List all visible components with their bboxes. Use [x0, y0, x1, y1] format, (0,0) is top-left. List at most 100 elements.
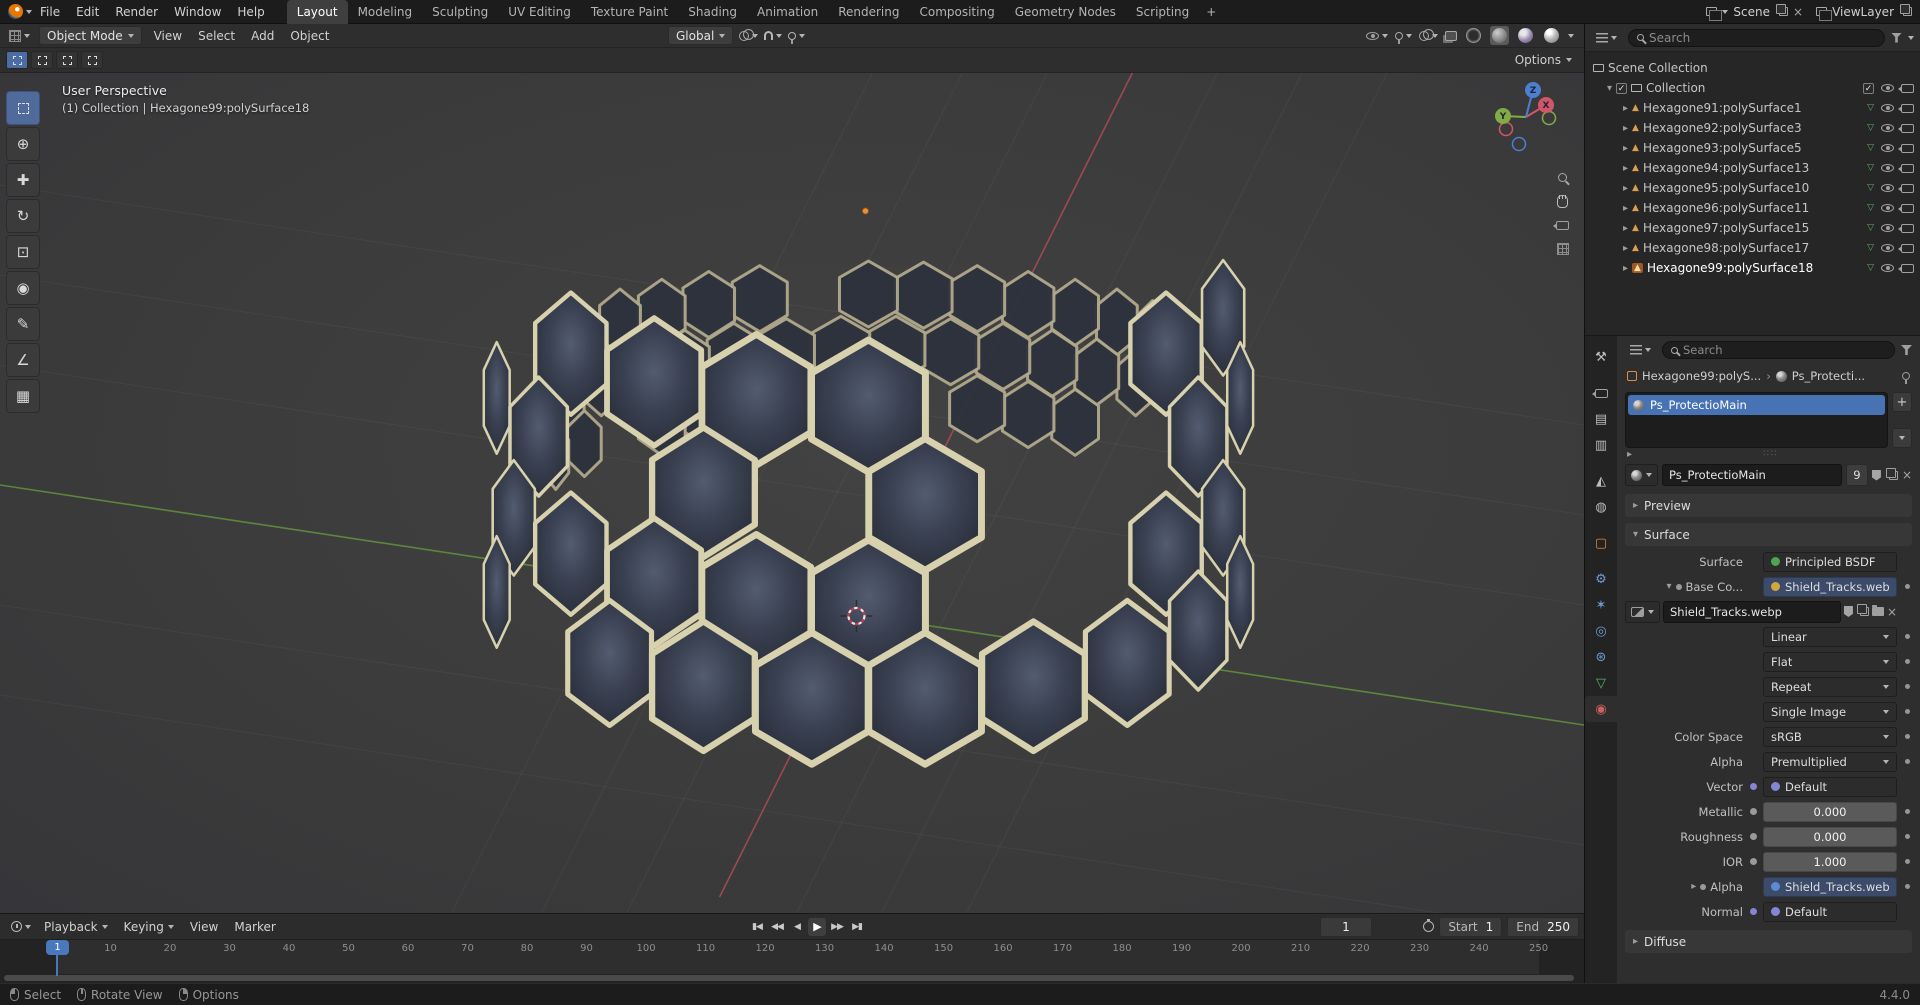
outliner-row-hexagone99[interactable]: ▸▲Hexagone99:polySurface18▽ [1585, 258, 1920, 278]
disable-render-camera-icon[interactable] [1901, 104, 1914, 113]
menu-edit[interactable]: Edit [68, 0, 107, 24]
field-value-button[interactable]: Default [1763, 777, 1897, 797]
scrollbar-thumb[interactable] [4, 975, 1574, 981]
tool-rotate[interactable]: ↻ [6, 199, 40, 233]
workspace-tab-scripting[interactable]: Scripting [1126, 0, 1199, 24]
snap-toggle[interactable] [764, 31, 782, 40]
tool-move[interactable]: ✚ [6, 163, 40, 197]
timeline-menu-marker[interactable]: Marker [226, 915, 283, 939]
timeline-menu-view[interactable]: View [182, 915, 226, 939]
expanded-caret-icon[interactable]: ▾ [1666, 581, 1671, 592]
timeline-track[interactable]: 1020304050607080901001101201301401501601… [0, 940, 1584, 983]
workspace-tab-rendering[interactable]: Rendering [828, 0, 909, 24]
outliner-search-input[interactable]: Search [1628, 29, 1885, 47]
select-mode-subtract-button[interactable] [56, 51, 78, 69]
material-users-button[interactable]: 9 [1846, 464, 1868, 486]
editor-type-button[interactable] [6, 921, 36, 932]
frame-start-field[interactable]: Start 1 [1439, 917, 1502, 937]
current-frame-field[interactable]: 1 [1320, 917, 1372, 937]
viewport-menu-select[interactable]: Select [190, 24, 243, 48]
hide-eye-icon[interactable] [1881, 264, 1894, 272]
field-slider-roughness[interactable]: 0.000 [1763, 827, 1897, 847]
toggle-ortho-icon[interactable] [1557, 243, 1569, 255]
disable-render-camera-icon[interactable] [1901, 124, 1914, 133]
xray-toggle[interactable] [1445, 31, 1457, 41]
properties-tab-material[interactable]: ◉ [1585, 696, 1617, 722]
collapsed-caret-icon[interactable]: ▸ [1623, 143, 1628, 154]
field-slider-ior[interactable]: 1.000 [1763, 852, 1897, 872]
workspace-tab-layout[interactable]: Layout [287, 0, 348, 24]
select-mode-new-button[interactable] [6, 51, 28, 69]
play-button[interactable]: ▶ [808, 918, 826, 936]
show-overlays-dropdown[interactable] [1419, 31, 1438, 41]
hide-eye-icon[interactable] [1881, 164, 1894, 172]
outliner-row-hexagone92[interactable]: ▸▲Hexagone92:polySurface3▽ [1585, 118, 1920, 138]
gizmo-neg-x-axis[interactable] [1500, 123, 1513, 136]
keyframe-dot[interactable] [1905, 734, 1910, 739]
keyframe-dot[interactable] [1905, 709, 1910, 714]
add-workspace-button[interactable]: + [1199, 0, 1223, 24]
tool-add-cube[interactable]: ▦ [6, 379, 40, 413]
timeline-scrollbar[interactable] [4, 975, 1580, 981]
properties-tab-render[interactable] [1585, 380, 1617, 406]
keyframe-dot[interactable] [1905, 859, 1910, 864]
menu-help[interactable]: Help [229, 0, 272, 24]
breadcrumb-object[interactable]: Hexagone99:polyS... [1642, 369, 1761, 383]
hide-eye-icon[interactable] [1881, 84, 1894, 92]
collapsed-caret-icon[interactable]: ▸ [1623, 183, 1628, 194]
gizmo-neg-z-axis[interactable] [1513, 138, 1526, 151]
shading-dropdown-chevron-icon[interactable] [1568, 34, 1574, 38]
properties-tab-constraints[interactable]: ⊛ [1585, 644, 1617, 670]
collection-select-checkbox[interactable]: ✓ [1863, 83, 1874, 94]
select-mode-intersect-button[interactable] [81, 51, 103, 69]
tool-select-box[interactable] [6, 91, 40, 125]
viewport-menu-object[interactable]: Object [282, 24, 337, 48]
workspace-tab-sculpting[interactable]: Sculpting [422, 0, 498, 24]
new-viewlayer-icon[interactable] [1903, 7, 1912, 16]
open-image-icon[interactable] [1872, 607, 1884, 616]
keyframe-dot[interactable] [1905, 584, 1910, 589]
viewlayer-name[interactable]: ViewLayer [1832, 5, 1894, 19]
field-select-linear[interactable]: Linear [1763, 627, 1897, 647]
properties-tab-object[interactable]: ▢ [1585, 530, 1617, 556]
workspace-tab-uv-editing[interactable]: UV Editing [498, 0, 581, 24]
slot-specials-button[interactable] [1892, 428, 1912, 448]
timeline-menu-keying[interactable]: Keying [116, 915, 182, 939]
timeline-menu-playback[interactable]: Playback [36, 915, 116, 939]
pivot-point-dropdown[interactable] [739, 31, 758, 41]
field-value-button[interactable]: Principled BSDF [1763, 552, 1897, 572]
filter-icon[interactable] [1891, 33, 1902, 43]
unlink-material-icon[interactable]: × [1902, 469, 1912, 481]
keyframe-dot[interactable] [1905, 809, 1910, 814]
pan-hand-icon[interactable] [1557, 195, 1568, 208]
field-value-button[interactable]: Shield_Tracks.webp [1763, 577, 1897, 597]
outliner-row-collection[interactable]: ▾✓Collection✓ [1585, 78, 1920, 98]
new-material-icon[interactable] [1889, 471, 1898, 480]
slot-list-grip[interactable]: ▸ ∷∷ [1617, 448, 1920, 460]
3d-viewport-canvas[interactable]: ⊕✚↻⊡◉✎∠▦ User Perspective (1) Collection… [0, 73, 1584, 913]
mode-dropdown[interactable]: Object Mode [39, 26, 142, 45]
panel-preview[interactable]: ▸ Preview [1625, 494, 1912, 517]
orientation-dropdown[interactable]: Global [668, 26, 733, 45]
menu-file[interactable]: File [32, 0, 68, 24]
keyframe-dot[interactable] [1905, 759, 1910, 764]
material-slot-list[interactable]: Ps_ProtectioMain [1625, 392, 1888, 448]
disable-render-camera-icon[interactable] [1901, 164, 1914, 173]
jump-to-prev-keyframe-button[interactable]: ◀◀ [768, 918, 786, 936]
workspace-tab-shading[interactable]: Shading [678, 0, 747, 24]
collapsed-caret-icon[interactable]: ▸ [1623, 123, 1628, 134]
collapsed-caret-icon[interactable]: ▸ [1623, 223, 1628, 234]
tool-cursor[interactable]: ⊕ [6, 127, 40, 161]
keyframe-dot[interactable] [1905, 659, 1910, 664]
properties-tab-tool[interactable]: ⚒ [1585, 344, 1617, 370]
playhead-frame-chip[interactable]: 1 [46, 940, 69, 955]
menu-render[interactable]: Render [107, 0, 166, 24]
gizmo-neg-y-axis[interactable] [1543, 112, 1556, 125]
keyframe-dot[interactable] [1905, 634, 1910, 639]
zoom-icon[interactable] [1558, 173, 1567, 182]
breadcrumb-material[interactable]: Ps_Protecti... [1792, 369, 1865, 383]
tool-annotate[interactable]: ✎ [6, 307, 40, 341]
hide-eye-icon[interactable] [1881, 184, 1894, 192]
properties-tab-output[interactable]: ▤ [1585, 406, 1617, 432]
collapsed-caret-icon[interactable]: ▸ [1623, 243, 1628, 254]
